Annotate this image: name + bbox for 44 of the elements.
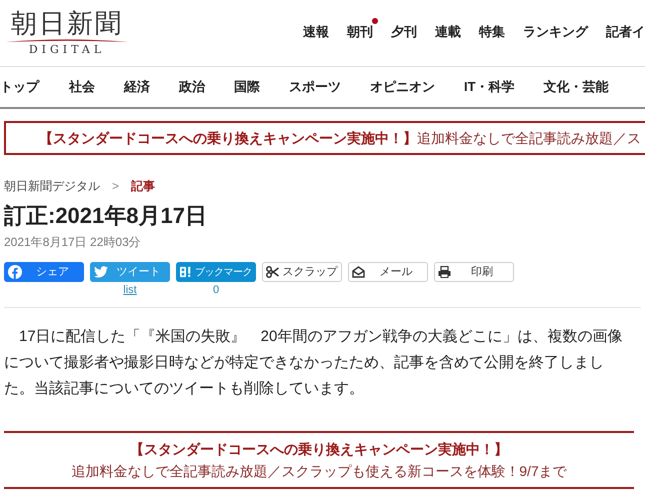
hatena-button[interactable]: ブックマーク (176, 262, 256, 282)
top-nav-link[interactable]: 速報 (303, 24, 329, 39)
promo-headline: 【スタンダードコースへの乗り換えキャンペーン実施中！】 (130, 440, 508, 459)
section-tab[interactable]: 文化・芸能 (544, 77, 609, 97)
printer-icon (438, 266, 451, 278)
bookmark-count: 0 (212, 283, 220, 297)
top-nav-link[interactable]: ランキング (523, 24, 588, 39)
top-nav-link[interactable]: 特集 (479, 24, 505, 39)
breadcrumb-link[interactable]: 朝日新聞デジタル (4, 177, 100, 195)
article-title: 訂正:2021年8月17日 (4, 202, 208, 230)
mail-button[interactable]: メール (348, 262, 428, 282)
section-tab[interactable]: 経済 (124, 77, 150, 97)
bookmark-logo-icon (180, 266, 192, 278)
breadcrumb-separator: > (112, 178, 120, 195)
article-body: 17日に配信した「『米国の失敗』 20年間のアフガン戦争の大義どこに」は、複数の画像について撮影者や撮影日時などが特定できなかったため、記事を含めて公開を終了しました。当該記事についてのツイートも削除しています。 (4, 327, 624, 399)
top-nav-link[interactable]: 朝刊 (347, 24, 373, 39)
logo-title: 朝日新聞 (11, 10, 123, 38)
campaign-banner[interactable]: 【スタンダードコースへの乗り換えキャンペーン実施中！】追加料金なしで全記事読み放題／ス (4, 121, 645, 155)
promo-panel[interactable]: 【スタンダードコースへの乗り換えキャンペーン実施中！】 追加料金なしで全記事読み放題／スクラップも使える新コースを体験！9/7まで (4, 431, 634, 489)
section-tab[interactable]: 社会 (69, 77, 95, 97)
section-tab[interactable]: トップ (0, 77, 39, 97)
print-button[interactable]: 印刷 (434, 262, 514, 282)
facebook-icon (8, 265, 22, 279)
scrap-button[interactable]: スクラップ (262, 262, 342, 282)
top-nav-link[interactable]: 夕刊 (391, 24, 417, 39)
promo-text: 追加料金なしで全記事読み放題／スクラップも使える新コースを体験！9/7まで (71, 462, 567, 481)
envelope-icon (352, 266, 365, 278)
banner-text: 追加料金なしで全記事読み放題／ス (417, 128, 641, 148)
section-tab[interactable]: 国際 (234, 77, 260, 97)
section-tab[interactable]: オピニオン (370, 77, 435, 97)
section-tab[interactable]: IT・科学 (464, 77, 515, 97)
banner-headline: 【スタンダードコースへの乗り換えキャンペーン実施中！】 (39, 128, 417, 148)
list-link[interactable]: list (123, 283, 137, 297)
article-date: 2021年8月17日 22時03分 (4, 234, 142, 251)
section-tab[interactable]: スポーツ (289, 77, 341, 97)
top-nav-link[interactable]: 連載 (435, 24, 461, 39)
logo[interactable]: 朝日新聞 DIGITAL (6, 10, 128, 56)
facebook-button[interactable]: シェア (4, 262, 84, 282)
scissors-icon (266, 266, 279, 278)
logo-subtitle: DIGITAL (28, 43, 106, 56)
breadcrumb-link[interactable]: 記事 (131, 177, 156, 195)
top-nav-link[interactable]: 記者イ (606, 24, 645, 39)
section-tab[interactable]: 政治 (179, 77, 205, 97)
bird-icon (94, 266, 108, 278)
